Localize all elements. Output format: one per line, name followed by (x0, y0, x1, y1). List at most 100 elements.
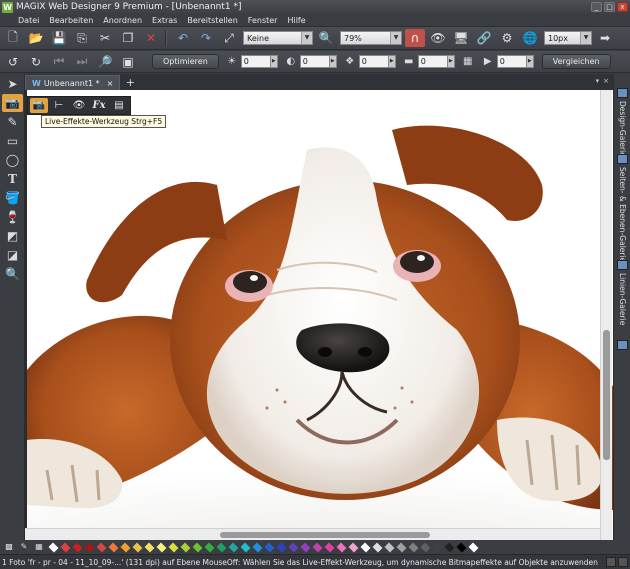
size-field[interactable]: 10px ▼ (544, 31, 592, 45)
add-tab-button[interactable]: + (123, 77, 137, 90)
palette-swatch[interactable] (84, 542, 95, 552)
palette-swatch[interactable] (288, 542, 299, 552)
palette-swatch[interactable] (300, 542, 311, 552)
publish-globe-icon[interactable]: 🌐 (520, 29, 540, 47)
menu-edit[interactable]: Bearbeiten (49, 16, 93, 25)
tab-unbenannt1[interactable]: W Unbenannt1 * × (25, 75, 121, 90)
rotate-right-icon[interactable]: ↻ (26, 53, 46, 71)
minimize-button[interactable]: _ (591, 2, 602, 12)
lines-gallery-tab[interactable]: Linien-Galerie (616, 260, 629, 325)
blend-mode-dropdown[interactable]: Keine ▼ (243, 31, 313, 45)
menu-file[interactable]: Datei (18, 16, 39, 25)
live-effect-camera-icon[interactable]: 📷 (30, 98, 48, 113)
palette-swatch[interactable] (348, 542, 359, 552)
new-document-icon[interactable]: 🗋 (3, 29, 23, 47)
text-tool-icon[interactable]: T (2, 170, 23, 188)
copy-icon[interactable]: ❐ (118, 29, 138, 47)
palette-swatch[interactable] (156, 542, 167, 552)
palette-swatch[interactable] (180, 542, 191, 552)
palette-swatch[interactable] (204, 542, 215, 552)
palette-swatch[interactable] (276, 542, 287, 552)
temperature-spin[interactable]: ▶ (447, 55, 455, 68)
palette-swatch[interactable] (384, 542, 395, 552)
temperature-field[interactable]: 0 (417, 55, 448, 68)
brightness-field[interactable]: 0 (240, 55, 271, 68)
photo-frame-icon[interactable]: ▤ (110, 98, 128, 113)
fill-tool-icon[interactable]: 🪣 (2, 189, 23, 207)
zoom-dropdown[interactable]: 79% ▼ (340, 31, 402, 45)
zoom-100-icon[interactable]: ▣ (118, 53, 138, 71)
cut-icon[interactable]: ✂ (95, 29, 115, 47)
palette-swatch[interactable] (312, 542, 323, 552)
freehand-tool-icon[interactable]: ✎ (2, 113, 23, 131)
transparency-tool-icon[interactable]: 🍷 (2, 208, 23, 226)
palette-swatch[interactable] (48, 542, 59, 552)
web-properties-icon[interactable]: ⚙ (497, 29, 517, 47)
palette-swatch[interactable] (96, 542, 107, 552)
zoom-tool-icon[interactable]: 🔍 (2, 265, 23, 283)
redo-icon[interactable]: ↷ (196, 29, 216, 47)
sharpness-field[interactable]: 0 (496, 55, 527, 68)
palette-swatch[interactable] (252, 542, 263, 552)
palette-menu-icon[interactable]: ▦ (33, 542, 45, 552)
palette-swatch[interactable] (456, 542, 467, 552)
photo-tool-icon[interactable]: 📷 (2, 94, 23, 112)
delete-icon[interactable]: ✕ (141, 29, 161, 47)
save-icon[interactable]: 💾 (49, 29, 69, 47)
palette-swatch[interactable] (60, 542, 71, 552)
palette-swatch[interactable] (216, 542, 227, 552)
tabbar-close-icon[interactable]: × (603, 77, 609, 85)
red-eye-icon[interactable]: 👁 (70, 98, 88, 113)
contrast-spin[interactable]: ▶ (329, 55, 337, 68)
palette-swatch[interactable] (444, 542, 455, 552)
palette-swatch[interactable] (192, 542, 203, 552)
sharpness-spin[interactable]: ▶ (526, 55, 534, 68)
palette-swatch[interactable] (264, 542, 275, 552)
brightness-spin[interactable]: ▶ (270, 55, 278, 68)
browser-preview-icon[interactable]: 🖥 (451, 29, 471, 47)
magnet-snap-icon[interactable]: ∩ (405, 29, 425, 47)
palette-swatch[interactable] (360, 542, 371, 552)
saturation-spin[interactable]: ▶ (388, 55, 396, 68)
color-picker-icon[interactable]: ✎ (18, 542, 30, 552)
no-color-icon[interactable]: ▩ (3, 542, 15, 552)
first-frame-icon[interactable]: ⏮ (49, 53, 69, 71)
zoom-photo-icon[interactable]: 🔎 (95, 53, 115, 71)
palette-swatch[interactable] (72, 542, 83, 552)
pages-layers-gallery-tab[interactable]: Seiten- & Ebenen-Galerie (616, 154, 629, 262)
fx-effects-button[interactable]: Fx (90, 98, 108, 113)
zoom-icon[interactable]: 🔍 (316, 29, 336, 47)
rotate-left-icon[interactable]: ↺ (3, 53, 23, 71)
palette-swatch[interactable] (168, 542, 179, 552)
palette-swatch[interactable] (120, 542, 131, 552)
menu-arrange[interactable]: Anordnen (103, 16, 142, 25)
ellipse-tool-icon[interactable]: ◯ (2, 151, 23, 169)
palette-swatch[interactable] (408, 542, 419, 552)
palette-swatch[interactable] (240, 542, 251, 552)
maximize-button[interactable]: □ (604, 2, 615, 12)
palette-swatch[interactable] (336, 542, 347, 552)
crop-icon[interactable]: ⊢ (50, 98, 68, 113)
horizontal-scrollbar[interactable] (25, 528, 600, 540)
bevel-tool-icon[interactable]: ◪ (2, 246, 23, 264)
open-folder-icon[interactable]: 📂 (26, 29, 46, 47)
palette-swatch[interactable] (396, 542, 407, 552)
preview-eye-icon[interactable]: 👁 (428, 29, 448, 47)
horizontal-scroll-thumb[interactable] (220, 532, 430, 538)
next-frame-icon[interactable]: ⏭ (72, 53, 92, 71)
palette-swatch[interactable] (132, 542, 143, 552)
palette-swatch[interactable] (324, 542, 335, 552)
menu-extras[interactable]: Extras (152, 16, 177, 25)
palette-swatch[interactable] (432, 542, 443, 552)
close-button[interactable]: x (617, 2, 628, 12)
design-gallery-tab[interactable]: Design-Galerie (616, 88, 629, 157)
menu-help[interactable]: Hilfe (287, 16, 305, 25)
rectangle-tool-icon[interactable]: ▭ (2, 132, 23, 150)
link-icon[interactable]: 🔗 (474, 29, 494, 47)
menu-window[interactable]: Fenster (248, 16, 278, 25)
play-icon[interactable]: ▶ (481, 55, 495, 69)
optimize-button[interactable]: Optimieren (152, 54, 219, 69)
compare-button[interactable]: Vergleichen (541, 54, 611, 69)
palette-gallery-tab[interactable] (616, 340, 629, 353)
vertical-scrollbar[interactable] (600, 90, 612, 540)
